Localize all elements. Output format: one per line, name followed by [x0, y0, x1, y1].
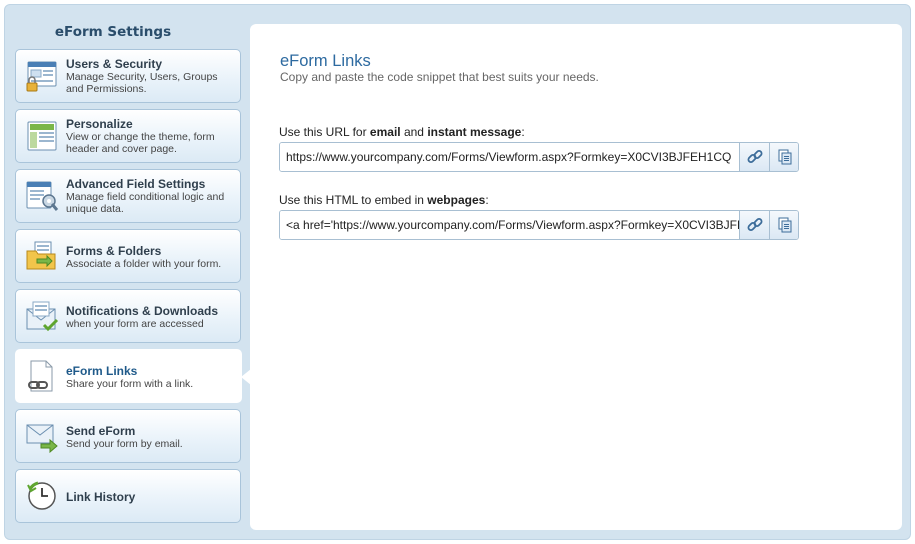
copy-html-button[interactable] [769, 211, 798, 239]
page-title: eForm Links [280, 52, 371, 70]
advanced-settings-icon [25, 179, 59, 213]
sidebar-item-desc: View or change the theme, form header an… [66, 131, 215, 155]
sidebar-item-users-security[interactable]: Users & Security Manage Security, Users,… [15, 49, 241, 103]
copy-url-button[interactable] [769, 143, 798, 171]
sidebar-item-advanced-field-settings[interactable]: Advanced Field Settings Manage field con… [15, 169, 241, 223]
sidebar-item-title: Forms & Folders [66, 244, 162, 258]
url-field-label: Use this URL for email and instant messa… [279, 125, 525, 139]
sidebar-item-personalize[interactable]: Personalize View or change the theme, fo… [15, 109, 241, 163]
settings-panel: eForm Settings Users & Security Manage S… [4, 4, 911, 540]
open-html-link-button[interactable] [739, 211, 769, 239]
sidebar-item-eform-links[interactable]: eForm Links Share your form with a link. [15, 349, 251, 403]
sidebar-item-title: Personalize [66, 117, 133, 131]
link-icon [747, 150, 763, 163]
personalize-icon [25, 119, 59, 153]
history-clock-icon [25, 479, 59, 513]
sidebar-item-title: eForm Links [66, 364, 138, 378]
send-mail-icon [25, 419, 59, 454]
link-icon [747, 218, 763, 231]
url-field [279, 142, 799, 172]
sidebar-item-link-history[interactable]: Link History [15, 469, 241, 523]
link-document-icon [25, 359, 59, 393]
eform-links-panel: eForm Links Copy and paste the code snip… [250, 24, 902, 530]
page-subtitle: Copy and paste the code snippet that bes… [280, 70, 599, 84]
notification-envelope-icon [25, 299, 59, 333]
sidebar-item-title: Notifications & Downloads [66, 304, 219, 318]
sidebar-item-desc: Associate a folder with your form. [66, 258, 222, 270]
html-field [279, 210, 799, 240]
copy-icon [778, 149, 792, 165]
sidebar-item-forms-folders[interactable]: Forms & Folders Associate a folder with … [15, 229, 241, 283]
sidebar-item-desc: Manage Security, Users, Groups and Permi… [66, 71, 218, 95]
sidebar-item-title: Advanced Field Settings [66, 177, 206, 191]
sidebar-item-title: Users & Security [66, 57, 163, 71]
users-security-icon [25, 59, 59, 93]
html-input[interactable] [280, 211, 739, 239]
sidebar-item-desc: Send your form by email. [66, 438, 183, 450]
sidebar-item-desc: Manage field conditional logic and uniqu… [66, 191, 225, 215]
sidebar-item-send-eform[interactable]: Send eForm Send your form by email. [15, 409, 241, 463]
open-link-button[interactable] [739, 143, 769, 171]
sidebar-title: eForm Settings [54, 24, 172, 40]
sidebar-item-title: Send eForm [66, 424, 136, 438]
url-input[interactable] [280, 143, 739, 171]
copy-icon [778, 217, 792, 233]
html-field-label: Use this HTML to embed in webpages: [279, 193, 489, 207]
sidebar-item-desc: when your form are accessed [66, 318, 204, 330]
sidebar-item-title: Link History [66, 490, 136, 504]
folder-icon [25, 239, 59, 273]
sidebar-item-desc: Share your form with a link. [66, 378, 194, 390]
sidebar-item-notifications-downloads[interactable]: Notifications & Downloads when your form… [15, 289, 241, 343]
